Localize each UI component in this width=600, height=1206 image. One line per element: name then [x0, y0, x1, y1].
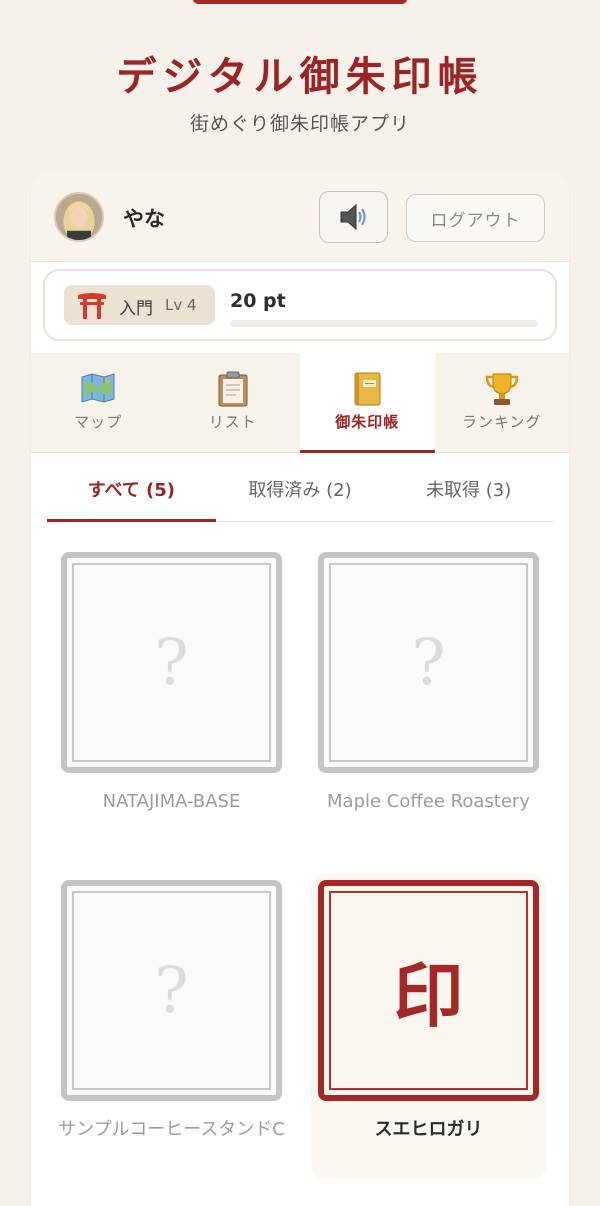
- map-icon: [81, 373, 115, 403]
- points-value: 20 pt: [230, 290, 286, 312]
- question-mark-icon: ?: [72, 891, 271, 1090]
- filter-acquired[interactable]: 取得済み (2): [216, 454, 385, 521]
- tab-ranking[interactable]: ランキング: [435, 353, 570, 453]
- rank-name: 入門: [119, 299, 153, 319]
- avatar: [54, 192, 104, 242]
- tab-list-label: リスト: [208, 413, 257, 431]
- torii-icon: [78, 293, 106, 319]
- tab-map-label: マップ: [74, 413, 123, 431]
- speaker-icon: [340, 203, 366, 231]
- tab-list[interactable]: リスト: [166, 353, 301, 453]
- stamp-frame-acquired: 印: [318, 880, 539, 1101]
- avatar-image: [56, 194, 102, 240]
- clipboard-icon: [218, 371, 248, 407]
- filter-tabs: すべて (5) 取得済み (2) 未取得 (3): [47, 454, 553, 522]
- question-mark-icon: ?: [329, 563, 528, 762]
- filter-unacquired[interactable]: 未取得 (3): [384, 454, 553, 521]
- top-accent-bar: [193, 0, 407, 4]
- filter-all[interactable]: すべて (5): [47, 454, 216, 522]
- question-mark-icon: ?: [72, 563, 271, 762]
- rank-badge: 入門 Lv 4: [64, 285, 215, 325]
- level-panel: 入門 Lv 4 20 pt: [43, 269, 557, 341]
- stamp-frame-locked: ?: [61, 552, 282, 773]
- tab-goshuincho[interactable]: 御朱印帳: [300, 353, 435, 453]
- stamp-frame-locked: ?: [318, 552, 539, 773]
- sound-toggle-button[interactable]: [319, 191, 388, 243]
- stamp-name: サンプルコーヒースタンドC: [58, 1119, 285, 1140]
- tab-goshuincho-label: 御朱印帳: [335, 413, 400, 431]
- stamp-name: スエヒロガリ: [374, 1119, 483, 1140]
- app-subtitle: 街めぐり御朱印帳アプリ: [189, 113, 410, 135]
- app-title: デジタル御朱印帳: [116, 53, 484, 100]
- logout-button[interactable]: ログアウト: [406, 194, 545, 242]
- user-header: やな ログアウト: [31, 172, 569, 262]
- seal-stamp-icon: 印: [329, 891, 528, 1090]
- tab-map[interactable]: マップ: [31, 353, 166, 453]
- level-label: Lv 4: [165, 296, 197, 314]
- tab-ranking-label: ランキング: [461, 413, 542, 431]
- trophy-icon: [485, 373, 519, 405]
- stamp-frame-locked: ?: [61, 880, 282, 1101]
- stamp-name: Maple Coffee Roastery: [327, 791, 530, 812]
- username: やな: [123, 207, 165, 231]
- main-card: やな ログアウト 入門 Lv 4 20 pt マップ リスト 御朱印帳 ランキン…: [31, 172, 569, 1206]
- stamp-name: NATAJIMA-BASE: [102, 791, 241, 812]
- points-progress-bar: [230, 320, 538, 327]
- notebook-icon: [354, 372, 381, 406]
- main-nav: マップ リスト 御朱印帳 ランキング: [31, 353, 569, 453]
